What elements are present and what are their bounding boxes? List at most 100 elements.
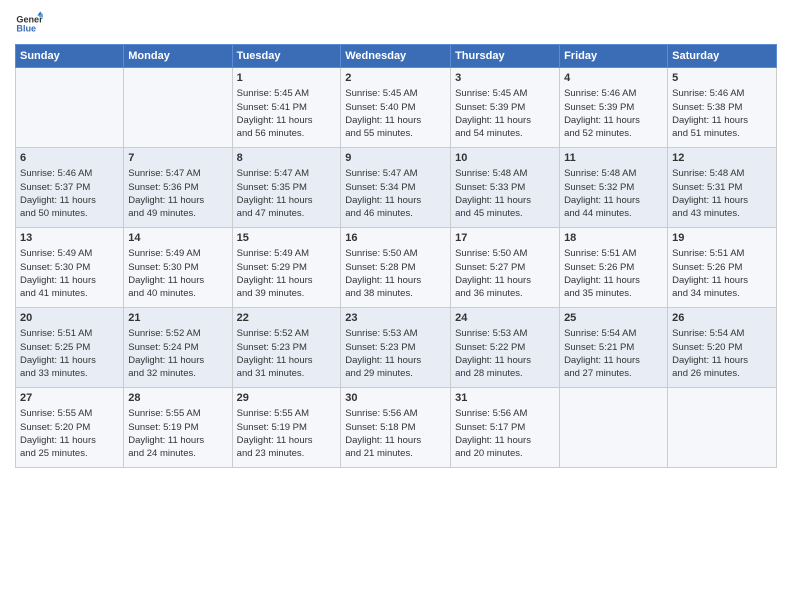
cell-info: Sunrise: 5:47 AM	[128, 167, 227, 180]
cell-info: Sunset: 5:33 PM	[455, 181, 555, 194]
cell-info: Daylight: 11 hours	[20, 354, 119, 367]
calendar-cell: 7Sunrise: 5:47 AMSunset: 5:36 PMDaylight…	[124, 148, 232, 228]
cell-info: Sunset: 5:39 PM	[455, 101, 555, 114]
day-number: 13	[20, 231, 119, 246]
day-number: 9	[345, 151, 446, 166]
cell-info: Daylight: 11 hours	[564, 114, 663, 127]
cell-info: Sunrise: 5:55 AM	[20, 407, 119, 420]
cell-info: Daylight: 11 hours	[672, 114, 772, 127]
cell-info: Daylight: 11 hours	[672, 194, 772, 207]
cell-info: Daylight: 11 hours	[20, 194, 119, 207]
cell-info: Sunrise: 5:52 AM	[237, 327, 337, 340]
cell-info: and 40 minutes.	[128, 287, 227, 300]
cell-info: Sunset: 5:30 PM	[20, 261, 119, 274]
calendar-cell: 31Sunrise: 5:56 AMSunset: 5:17 PMDayligh…	[451, 388, 560, 468]
cell-info: Daylight: 11 hours	[237, 274, 337, 287]
cell-info: Sunrise: 5:48 AM	[455, 167, 555, 180]
weekday-header: Tuesday	[232, 45, 341, 68]
day-number: 15	[237, 231, 337, 246]
page-container: General Blue SundayMondayTuesdayWednesda…	[0, 0, 792, 478]
calendar-cell: 11Sunrise: 5:48 AMSunset: 5:32 PMDayligh…	[560, 148, 668, 228]
cell-info: Sunrise: 5:51 AM	[20, 327, 119, 340]
cell-info: Sunset: 5:20 PM	[20, 421, 119, 434]
calendar-week-row: 27Sunrise: 5:55 AMSunset: 5:20 PMDayligh…	[16, 388, 777, 468]
calendar-cell: 15Sunrise: 5:49 AMSunset: 5:29 PMDayligh…	[232, 228, 341, 308]
weekday-header: Friday	[560, 45, 668, 68]
cell-info: Daylight: 11 hours	[128, 354, 227, 367]
calendar-cell: 20Sunrise: 5:51 AMSunset: 5:25 PMDayligh…	[16, 308, 124, 388]
cell-info: Sunset: 5:41 PM	[237, 101, 337, 114]
cell-info: and 39 minutes.	[237, 287, 337, 300]
calendar-cell	[668, 388, 777, 468]
day-number: 16	[345, 231, 446, 246]
calendar-cell: 14Sunrise: 5:49 AMSunset: 5:30 PMDayligh…	[124, 228, 232, 308]
cell-info: and 34 minutes.	[672, 287, 772, 300]
weekday-header: Thursday	[451, 45, 560, 68]
cell-info: and 26 minutes.	[672, 367, 772, 380]
day-number: 1	[237, 71, 337, 86]
cell-info: and 21 minutes.	[345, 447, 446, 460]
cell-info: Sunset: 5:23 PM	[345, 341, 446, 354]
calendar-cell	[560, 388, 668, 468]
calendar-cell	[16, 68, 124, 148]
day-number: 26	[672, 311, 772, 326]
cell-info: Sunrise: 5:45 AM	[345, 87, 446, 100]
calendar-cell: 18Sunrise: 5:51 AMSunset: 5:26 PMDayligh…	[560, 228, 668, 308]
cell-info: Daylight: 11 hours	[128, 434, 227, 447]
calendar-cell: 1Sunrise: 5:45 AMSunset: 5:41 PMDaylight…	[232, 68, 341, 148]
cell-info: Daylight: 11 hours	[564, 354, 663, 367]
day-number: 2	[345, 71, 446, 86]
calendar-cell: 30Sunrise: 5:56 AMSunset: 5:18 PMDayligh…	[341, 388, 451, 468]
cell-info: Sunrise: 5:45 AM	[237, 87, 337, 100]
cell-info: and 38 minutes.	[345, 287, 446, 300]
cell-info: Sunrise: 5:53 AM	[345, 327, 446, 340]
cell-info: and 47 minutes.	[237, 207, 337, 220]
cell-info: Daylight: 11 hours	[237, 354, 337, 367]
svg-text:Blue: Blue	[16, 24, 36, 34]
cell-info: Sunrise: 5:49 AM	[237, 247, 337, 260]
cell-info: Sunset: 5:19 PM	[237, 421, 337, 434]
day-number: 27	[20, 391, 119, 406]
cell-info: Sunset: 5:24 PM	[128, 341, 227, 354]
cell-info: Daylight: 11 hours	[672, 274, 772, 287]
day-number: 20	[20, 311, 119, 326]
calendar-cell: 17Sunrise: 5:50 AMSunset: 5:27 PMDayligh…	[451, 228, 560, 308]
calendar-cell: 2Sunrise: 5:45 AMSunset: 5:40 PMDaylight…	[341, 68, 451, 148]
cell-info: Daylight: 11 hours	[237, 194, 337, 207]
calendar-cell: 8Sunrise: 5:47 AMSunset: 5:35 PMDaylight…	[232, 148, 341, 228]
cell-info: and 49 minutes.	[128, 207, 227, 220]
cell-info: and 23 minutes.	[237, 447, 337, 460]
cell-info: and 44 minutes.	[564, 207, 663, 220]
cell-info: Daylight: 11 hours	[345, 274, 446, 287]
calendar-cell: 10Sunrise: 5:48 AMSunset: 5:33 PMDayligh…	[451, 148, 560, 228]
day-number: 22	[237, 311, 337, 326]
cell-info: and 35 minutes.	[564, 287, 663, 300]
cell-info: and 43 minutes.	[672, 207, 772, 220]
day-number: 5	[672, 71, 772, 86]
cell-info: Daylight: 11 hours	[237, 114, 337, 127]
cell-info: and 45 minutes.	[455, 207, 555, 220]
day-number: 8	[237, 151, 337, 166]
cell-info: Daylight: 11 hours	[20, 274, 119, 287]
cell-info: Daylight: 11 hours	[345, 114, 446, 127]
cell-info: Sunset: 5:21 PM	[564, 341, 663, 354]
cell-info: Sunrise: 5:46 AM	[20, 167, 119, 180]
cell-info: and 52 minutes.	[564, 127, 663, 140]
calendar-week-row: 1Sunrise: 5:45 AMSunset: 5:41 PMDaylight…	[16, 68, 777, 148]
day-number: 14	[128, 231, 227, 246]
cell-info: Daylight: 11 hours	[237, 434, 337, 447]
logo-icon: General Blue	[15, 10, 43, 38]
cell-info: and 56 minutes.	[237, 127, 337, 140]
cell-info: Daylight: 11 hours	[455, 274, 555, 287]
cell-info: Sunrise: 5:53 AM	[455, 327, 555, 340]
calendar-cell: 28Sunrise: 5:55 AMSunset: 5:19 PMDayligh…	[124, 388, 232, 468]
day-number: 24	[455, 311, 555, 326]
day-number: 19	[672, 231, 772, 246]
calendar-cell: 5Sunrise: 5:46 AMSunset: 5:38 PMDaylight…	[668, 68, 777, 148]
cell-info: Sunset: 5:18 PM	[345, 421, 446, 434]
cell-info: and 54 minutes.	[455, 127, 555, 140]
cell-info: Sunrise: 5:55 AM	[128, 407, 227, 420]
cell-info: Sunrise: 5:56 AM	[455, 407, 555, 420]
cell-info: and 55 minutes.	[345, 127, 446, 140]
cell-info: Sunset: 5:34 PM	[345, 181, 446, 194]
